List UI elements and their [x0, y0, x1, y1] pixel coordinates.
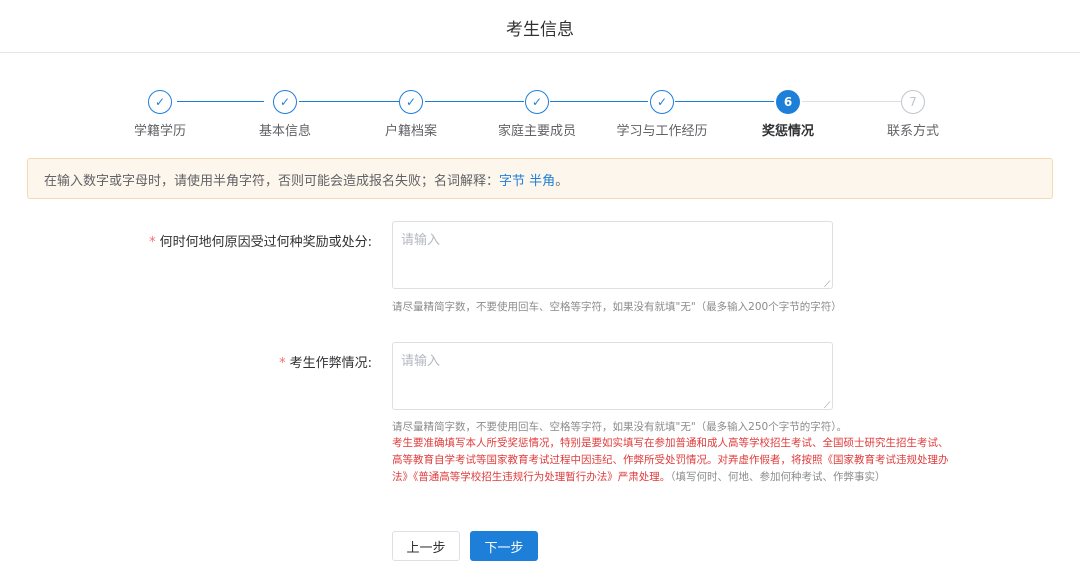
step-7[interactable]: 7 联系方式: [853, 90, 973, 139]
byte-term-link[interactable]: 字节: [499, 174, 525, 189]
prev-step-button[interactable]: 上一步: [392, 531, 460, 561]
step-label: 户籍档案: [384, 124, 437, 139]
rewards-label-text: 何时何地何原因受过何种奖励或处分:: [159, 235, 372, 250]
cheating-warning-note: （填写何时、何地、参加何种考试、作弊事实）: [670, 471, 886, 483]
step-label: 学习与工作经历: [616, 124, 708, 139]
cheating-textarea[interactable]: [392, 342, 833, 410]
check-icon: ✓: [650, 90, 674, 114]
step-label: 学籍学历: [133, 124, 186, 139]
step-3[interactable]: ✓ 户籍档案: [351, 90, 471, 139]
step-6[interactable]: 6 奖惩情况: [728, 90, 848, 139]
cheating-label-text: 考生作弊情况:: [289, 356, 372, 371]
check-icon: ✓: [525, 90, 549, 114]
check-icon: ✓: [399, 90, 423, 114]
check-icon: ✓: [273, 90, 297, 114]
cheating-label: * 考生作弊情况:: [279, 352, 372, 371]
halfwidth-term-link[interactable]: 半角: [529, 174, 555, 189]
resize-handle-icon[interactable]: ⟋: [824, 402, 832, 411]
resize-handle-icon[interactable]: ⟋: [824, 281, 832, 290]
step-number: 6: [776, 90, 800, 114]
step-label: 基本信息: [258, 124, 311, 139]
check-icon: ✓: [148, 90, 172, 114]
page-title: 考生信息: [506, 20, 574, 40]
step-4[interactable]: ✓ 家庭主要成员: [477, 90, 597, 139]
rewards-hint: 请尽量精简字数，不要使用回车、空格等字符，如果没有就填"无"（最多输入200个字…: [392, 301, 842, 313]
step-label: 联系方式: [886, 124, 939, 139]
cheating-warning: 考生要准确填写本人所受奖惩情况，特别是要如实填写在参加普通和成人高等学校招生考试…: [392, 435, 957, 486]
steps-bar: ✓ 学籍学历 ✓ 基本信息 ✓ 户籍档案 ✓ 家庭主要成员 ✓ 学习与工作经历 …: [0, 90, 1080, 139]
step-5[interactable]: ✓ 学习与工作经历: [602, 90, 722, 139]
step-1[interactable]: ✓ 学籍学历: [100, 90, 220, 139]
notice-text: 在输入数字或字母时，请使用半角字符，否则可能会造成报名失败；名词解释：: [44, 174, 500, 189]
step-label: 家庭主要成员: [497, 124, 576, 139]
rewards-textarea[interactable]: [392, 221, 833, 289]
cheating-hint: 请尽量精简字数，不要使用回车、空格等字符，如果没有就填"无"（最多输入250个字…: [392, 421, 847, 433]
halfwidth-notice: 在输入数字或字母时，请使用半角字符，否则可能会造成报名失败；名词解释：字节 半角…: [27, 158, 1053, 199]
step-number: 7: [901, 90, 925, 114]
required-mark: *: [149, 235, 156, 250]
page-header: 考生信息: [0, 0, 1080, 53]
required-mark: *: [279, 356, 286, 371]
notice-end: 。: [555, 174, 569, 189]
rewards-label: * 何时何地何原因受过何种奖励或处分:: [149, 231, 372, 250]
step-2[interactable]: ✓ 基本信息: [225, 90, 345, 139]
next-step-button[interactable]: 下一步: [470, 531, 538, 561]
step-label: 奖惩情况: [761, 124, 814, 139]
